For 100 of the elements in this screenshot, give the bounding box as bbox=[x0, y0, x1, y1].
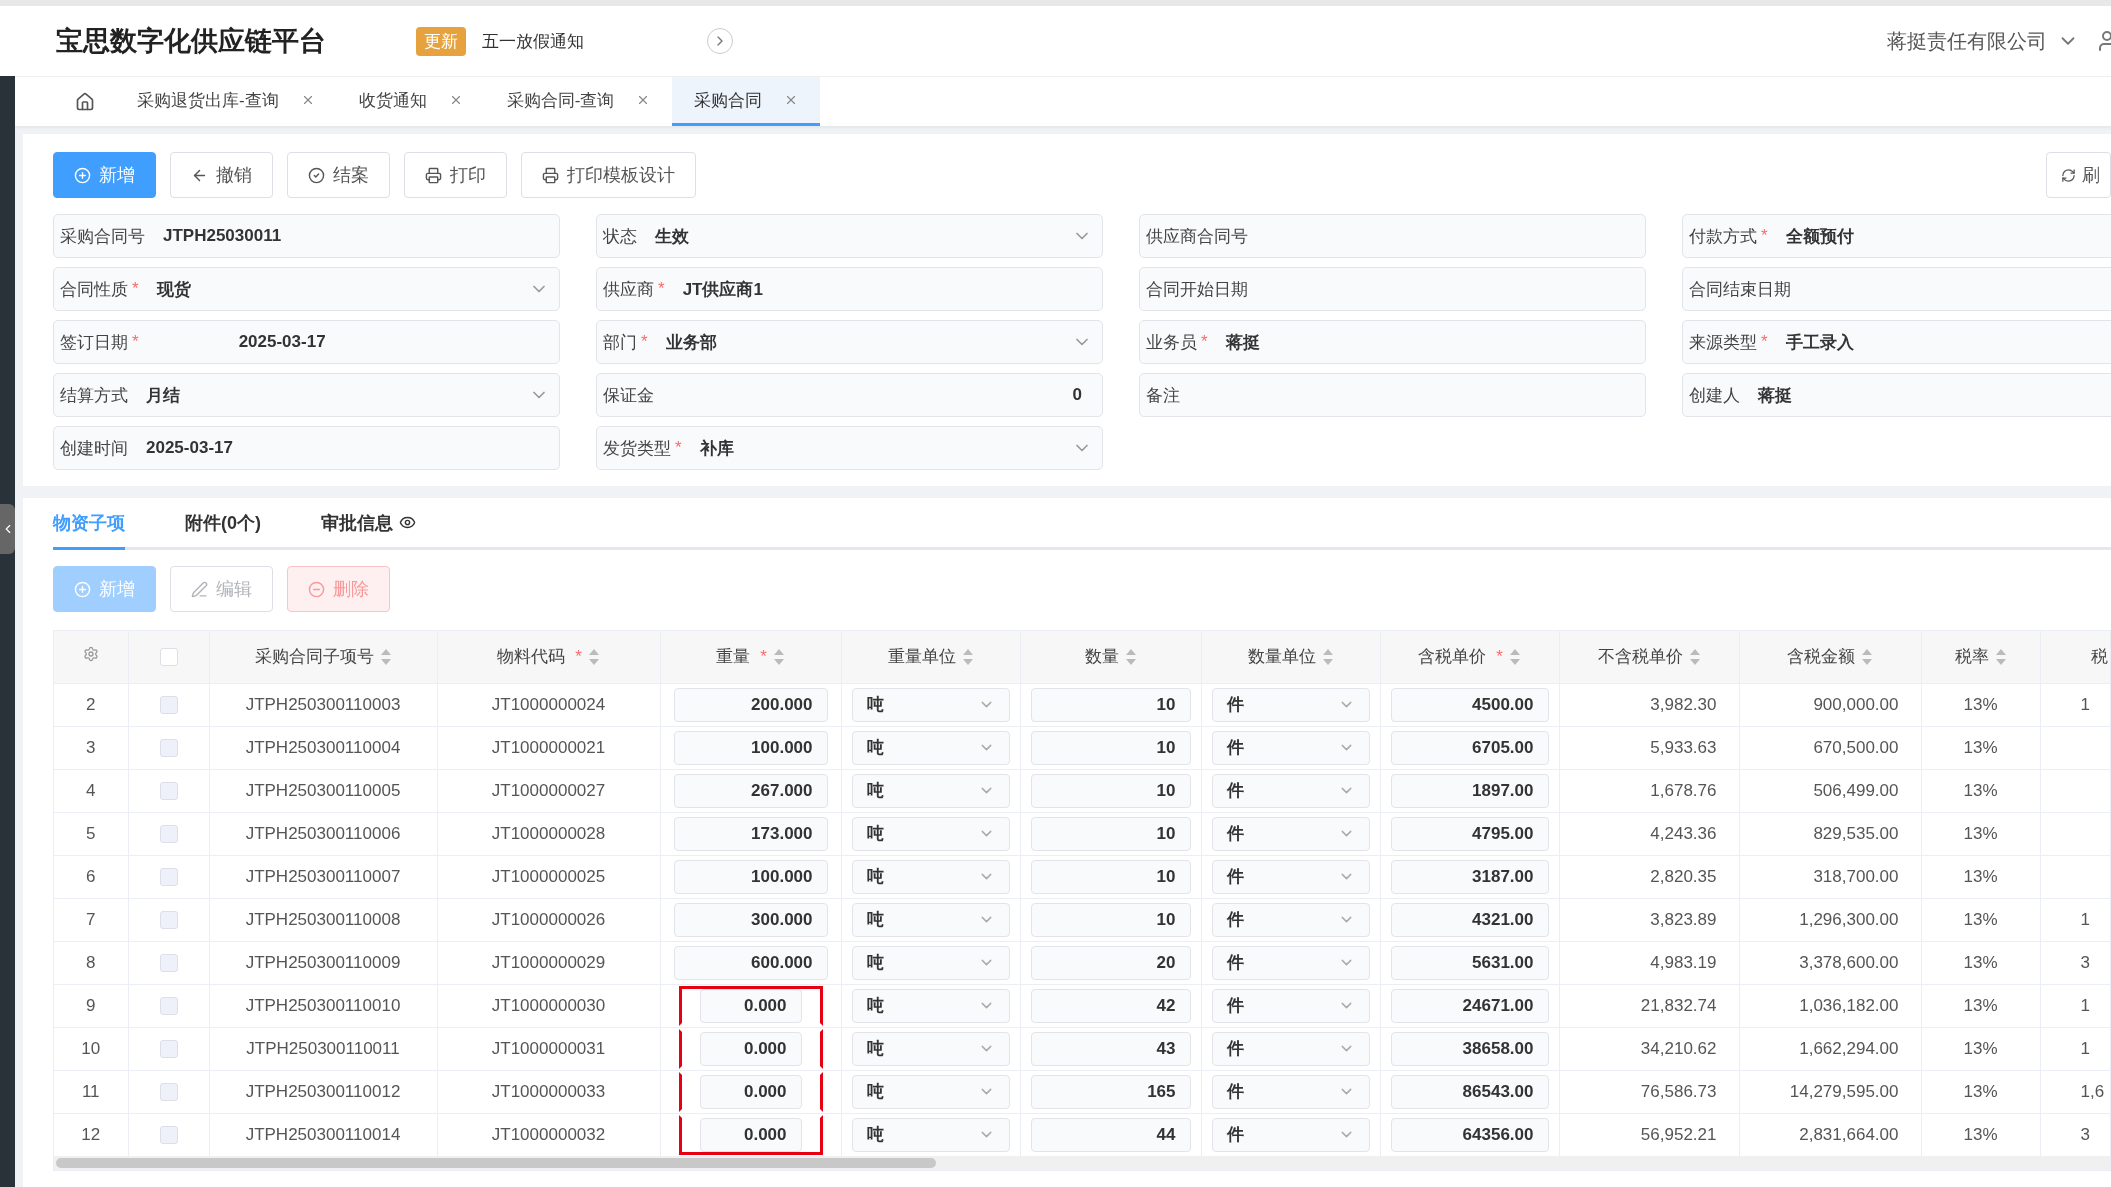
sort-icon[interactable] bbox=[772, 647, 785, 666]
weight-input[interactable]: 267.000 bbox=[673, 773, 828, 808]
detail-tab[interactable]: 附件(0个) bbox=[185, 498, 261, 550]
page-tab[interactable]: 采购合同-查询 bbox=[484, 77, 673, 126]
row-checkbox[interactable] bbox=[159, 739, 178, 757]
unit-select[interactable]: 吨 bbox=[851, 687, 1010, 722]
form-field[interactable]: 发货类型 * 补库 bbox=[596, 426, 1103, 470]
unit-select[interactable]: 吨 bbox=[851, 730, 1010, 765]
unit-select[interactable]: 件 bbox=[1211, 730, 1370, 765]
select-all-checkbox[interactable] bbox=[159, 648, 178, 667]
weight-input[interactable]: 100.000 bbox=[673, 859, 828, 894]
row-checkbox[interactable] bbox=[159, 825, 178, 843]
quantity-input[interactable]: 10 bbox=[1030, 816, 1191, 851]
price-input[interactable]: 24671.00 bbox=[1390, 988, 1549, 1023]
unit-select[interactable]: 件 bbox=[1211, 1031, 1370, 1066]
weight-input[interactable]: 200.000 bbox=[673, 687, 828, 722]
collapse-button[interactable] bbox=[0, 504, 15, 554]
price-input[interactable]: 64356.00 bbox=[1390, 1117, 1549, 1152]
row-checkbox[interactable] bbox=[159, 1040, 178, 1058]
sort-icon[interactable] bbox=[587, 647, 600, 666]
unit-select[interactable]: 吨 bbox=[851, 988, 1010, 1023]
unit-select[interactable]: 件 bbox=[1211, 1074, 1370, 1109]
form-field[interactable]: 合同开始日期 bbox=[1139, 267, 1646, 311]
row-checkbox[interactable] bbox=[159, 782, 178, 800]
unit-select[interactable]: 件 bbox=[1211, 687, 1370, 722]
weight-input[interactable]: 600.000 bbox=[673, 945, 828, 980]
page-tab[interactable]: 采购退货出库-查询 bbox=[115, 77, 337, 126]
weight-input[interactable]: 0.000 bbox=[699, 1117, 802, 1152]
form-field[interactable]: 创建人 蒋挺 bbox=[1682, 373, 2111, 417]
page-tab[interactable]: 收货通知 bbox=[336, 77, 485, 126]
quantity-input[interactable]: 20 bbox=[1030, 945, 1191, 980]
eye-icon[interactable] bbox=[399, 514, 416, 531]
form-field[interactable]: 采购合同号 JTPH25030011 bbox=[53, 214, 560, 258]
price-input[interactable]: 1897.00 bbox=[1390, 773, 1549, 808]
price-input[interactable]: 4795.00 bbox=[1390, 816, 1549, 851]
sort-icon[interactable] bbox=[961, 647, 974, 666]
sort-icon[interactable] bbox=[1508, 647, 1521, 666]
quantity-input[interactable]: 10 bbox=[1030, 859, 1191, 894]
unit-select[interactable]: 吨 bbox=[851, 859, 1010, 894]
unit-select[interactable]: 件 bbox=[1211, 902, 1370, 937]
row-checkbox[interactable] bbox=[159, 868, 178, 886]
weight-input[interactable]: 173.000 bbox=[673, 816, 828, 851]
row-checkbox[interactable] bbox=[159, 997, 178, 1015]
unit-select[interactable]: 件 bbox=[1211, 773, 1370, 808]
form-field[interactable]: 业务员 * 蒋挺 bbox=[1139, 320, 1646, 364]
unit-select[interactable]: 吨 bbox=[851, 773, 1010, 808]
unit-select[interactable]: 吨 bbox=[851, 1074, 1010, 1109]
quantity-input[interactable]: 44 bbox=[1030, 1117, 1191, 1152]
quantity-input[interactable]: 10 bbox=[1030, 902, 1191, 937]
unit-select[interactable]: 吨 bbox=[851, 816, 1010, 851]
unit-select[interactable]: 件 bbox=[1211, 859, 1370, 894]
quantity-input[interactable]: 42 bbox=[1030, 988, 1191, 1023]
page-tab[interactable]: 采购合同 bbox=[672, 77, 821, 126]
unit-select[interactable]: 吨 bbox=[851, 1117, 1010, 1152]
quantity-input[interactable]: 10 bbox=[1030, 730, 1191, 765]
unit-select[interactable]: 件 bbox=[1211, 816, 1370, 851]
toolbar-button[interactable]: 打印 bbox=[404, 152, 507, 198]
settings-icon[interactable] bbox=[82, 646, 99, 663]
detail-tab[interactable]: 审批信息 bbox=[321, 498, 416, 550]
unit-select[interactable]: 吨 bbox=[851, 902, 1010, 937]
weight-input[interactable]: 300.000 bbox=[673, 902, 828, 937]
scrollbar-thumb[interactable] bbox=[56, 1158, 936, 1168]
form-field[interactable]: 保证金 0 bbox=[596, 373, 1103, 417]
unit-select[interactable]: 吨 bbox=[851, 1031, 1010, 1066]
price-input[interactable]: 86543.00 bbox=[1390, 1074, 1549, 1109]
form-field[interactable]: 供应商 * JT供应商1 bbox=[596, 267, 1103, 311]
sort-icon[interactable] bbox=[1994, 647, 2007, 666]
form-field[interactable]: 合同性质 * 现货 bbox=[53, 267, 560, 311]
sort-icon[interactable] bbox=[1321, 647, 1334, 666]
row-checkbox[interactable] bbox=[159, 954, 178, 972]
weight-input[interactable]: 0.000 bbox=[699, 988, 802, 1023]
form-field[interactable]: 结算方式 月结 bbox=[53, 373, 560, 417]
weight-input[interactable]: 0.000 bbox=[699, 1031, 802, 1066]
weight-input[interactable]: 0.000 bbox=[699, 1074, 802, 1109]
price-input[interactable]: 6705.00 bbox=[1390, 730, 1549, 765]
sort-icon[interactable] bbox=[1688, 647, 1701, 666]
form-field[interactable]: 供应商合同号 bbox=[1139, 214, 1646, 258]
unit-select[interactable]: 吨 bbox=[851, 945, 1010, 980]
toolbar-button[interactable]: 结案 bbox=[287, 152, 390, 198]
unit-select[interactable]: 件 bbox=[1211, 988, 1370, 1023]
quantity-input[interactable]: 165 bbox=[1030, 1074, 1191, 1109]
price-input[interactable]: 4500.00 bbox=[1390, 687, 1549, 722]
form-field[interactable]: 付款方式 * 全额预付 bbox=[1682, 214, 2111, 258]
notice-text[interactable]: 五一放假通知 bbox=[482, 29, 707, 53]
quantity-input[interactable]: 10 bbox=[1030, 687, 1191, 722]
row-checkbox[interactable] bbox=[159, 911, 178, 929]
row-checkbox[interactable] bbox=[159, 1083, 178, 1101]
sort-icon[interactable] bbox=[379, 647, 392, 666]
toolbar-button[interactable]: 打印模板设计 bbox=[521, 152, 696, 198]
row-checkbox[interactable] bbox=[159, 696, 178, 714]
sort-icon[interactable] bbox=[1124, 647, 1137, 666]
row-checkbox[interactable] bbox=[159, 1126, 178, 1145]
form-field[interactable]: 来源类型 * 手工录入 bbox=[1682, 320, 2111, 364]
sort-icon[interactable] bbox=[1861, 647, 1873, 666]
form-field[interactable]: 备注 bbox=[1139, 373, 1646, 417]
unit-select[interactable]: 件 bbox=[1211, 945, 1370, 980]
form-field[interactable]: 合同结束日期 bbox=[1682, 267, 2111, 311]
form-field[interactable]: 签订日期 * 2025-03-17 bbox=[53, 320, 560, 364]
price-input[interactable]: 3187.00 bbox=[1390, 859, 1549, 894]
weight-input[interactable]: 100.000 bbox=[673, 730, 828, 765]
